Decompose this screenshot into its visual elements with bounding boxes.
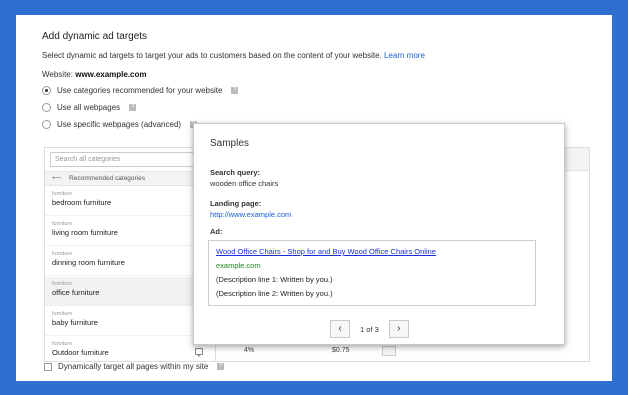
option-label: Use categories recommended for your webs… — [57, 86, 223, 95]
website-value: www.example.com — [75, 70, 147, 79]
help-icon[interactable]: ? — [129, 104, 137, 111]
page-title: Add dynamic ad targets — [42, 31, 148, 42]
category-name: baby furniture — [52, 318, 98, 327]
samples-title: Samples — [210, 138, 249, 149]
list-item[interactable]: furniture Outdoor furniture — [45, 337, 215, 361]
samples-pager: ‹ 1 of 3 › — [330, 320, 409, 338]
option-label: Use all webpages — [57, 103, 121, 112]
ad-display-url: example.com — [216, 261, 261, 270]
category-name: office furniture — [52, 288, 100, 297]
help-icon[interactable]: ? — [231, 87, 239, 94]
dynamic-ad-targets-panel: Add dynamic ad targets Select dynamic ad… — [16, 15, 612, 381]
row-action-button[interactable] — [382, 346, 396, 356]
radio-recommended[interactable] — [42, 86, 51, 95]
target-all-label: Dynamically target all pages within my s… — [58, 362, 209, 371]
option-recommended-categories[interactable]: Use categories recommended for your webs… — [42, 86, 239, 95]
category-name: Outdoor furniture — [52, 348, 109, 357]
recommended-categories-header[interactable]: ⟵ Recommended categories — [45, 171, 215, 186]
category-group: furniture — [52, 281, 73, 287]
ad-preview: Wood Office Chairs - Shop for and Buy Wo… — [208, 240, 536, 306]
sample-count: 1 of 3 — [360, 324, 379, 334]
learn-more-link[interactable]: Learn more — [384, 51, 425, 60]
landing-page-link[interactable]: http://www.example.com — [210, 210, 291, 219]
ad-description-2: (Description line 2: Written by you.) — [216, 289, 333, 298]
category-name: dinning room furniture — [52, 258, 125, 267]
table-cell: 4% — [244, 347, 255, 354]
list-item[interactable]: furniture living room furniture — [45, 217, 215, 246]
website-line: Website: www.example.com — [42, 70, 147, 79]
radio-all-webpages[interactable] — [42, 103, 51, 112]
target-all-pages-option[interactable]: Dynamically target all pages within my s… — [44, 362, 225, 371]
category-name: living room furniture — [52, 228, 118, 237]
list-item[interactable]: furniture office furniture ☚ — [45, 277, 215, 306]
list-item[interactable]: furniture bedroom furniture — [45, 187, 215, 216]
list-item[interactable]: furniture dinning room furniture — [45, 247, 215, 276]
back-arrow-icon[interactable]: ⟵ — [52, 175, 61, 182]
ad-description-1: (Description line 1: Written by you.) — [216, 275, 333, 284]
target-all-checkbox[interactable] — [44, 362, 52, 371]
category-list: Search all categories ⟵ Recommended cate… — [44, 147, 216, 362]
intro-text: Select dynamic ad targets to target your… — [42, 51, 425, 60]
ad-label: Ad: — [210, 227, 223, 236]
category-group: furniture — [52, 221, 73, 227]
search-query-label: Search query: — [210, 168, 261, 177]
category-group: furniture — [52, 311, 73, 317]
category-group: furniture — [52, 251, 73, 257]
samples-popup: Samples Search query: wooden office chai… — [193, 123, 565, 345]
option-label: Use specific webpages (advanced) — [57, 120, 182, 129]
option-all-webpages[interactable]: Use all webpages ? — [42, 103, 137, 112]
table-cell: $0.75 — [332, 347, 350, 354]
prev-sample-button[interactable]: ‹ — [330, 320, 350, 338]
list-item[interactable]: furniture baby furniture — [45, 307, 215, 336]
radio-specific-webpages[interactable] — [42, 120, 51, 129]
next-sample-button[interactable]: › — [388, 320, 409, 338]
landing-page-label: Landing page: — [210, 199, 262, 208]
search-query-value: wooden office chairs — [210, 179, 279, 188]
category-search-input[interactable]: Search all categories — [50, 152, 208, 167]
sample-bubble-icon[interactable] — [195, 348, 203, 357]
category-group: furniture — [52, 191, 73, 197]
help-icon[interactable]: ? — [217, 363, 225, 370]
category-group: furniture — [52, 341, 73, 347]
website-label: Website: — [42, 70, 73, 79]
intro-description: Select dynamic ad targets to target your… — [42, 51, 382, 60]
option-specific-webpages[interactable]: Use specific webpages (advanced) ? — [42, 120, 198, 129]
ad-headline-link[interactable]: Wood Office Chairs - Shop for and Buy Wo… — [216, 247, 528, 256]
recommended-label: Recommended categories — [69, 175, 146, 182]
category-name: bedroom furniture — [52, 198, 112, 207]
